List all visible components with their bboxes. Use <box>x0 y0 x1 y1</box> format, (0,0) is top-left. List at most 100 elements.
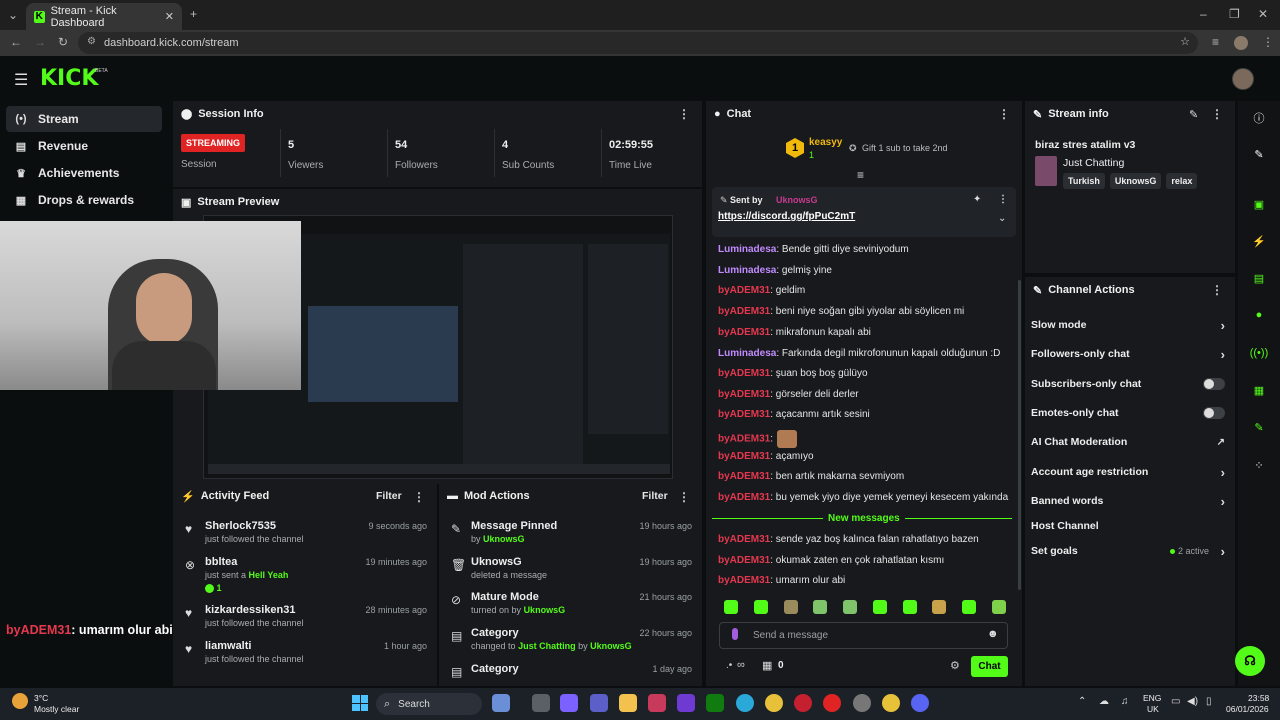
edit-icon[interactable]: ✎ <box>1248 143 1270 165</box>
stream-tag[interactable]: relax <box>1166 173 1198 189</box>
channel-action-ai-moderation[interactable]: AI Chat Moderation ↗ <box>1031 432 1229 452</box>
pinned-kebab-icon[interactable]: ⋮ <box>998 194 1008 205</box>
chat-username[interactable]: Luminadesa <box>718 265 776 276</box>
pinned-link[interactable]: https://discord.gg/fpPuC2mT <box>718 211 855 222</box>
gifter-name[interactable]: keasyy <box>809 137 842 148</box>
channel-action-followers-only[interactable]: Followers-only chat › <box>1031 344 1229 364</box>
sidebar-item-drops[interactable]: ▦ Drops & rewards <box>6 187 162 213</box>
forward-icon[interactable]: → <box>34 35 46 49</box>
screen-capture-icon[interactable]: ▣ <box>1248 193 1270 215</box>
emote-icon[interactable] <box>872 600 887 614</box>
chrome-active-icon[interactable] <box>882 694 900 712</box>
emoji-picker-icon[interactable]: ☻ <box>987 628 999 640</box>
activity-user[interactable]: liamwalti <box>205 640 251 652</box>
emote-icon[interactable] <box>753 600 768 614</box>
chat-send-button[interactable]: Chat <box>971 656 1008 677</box>
info-icon[interactable]: ⓘ <box>1248 107 1270 129</box>
pinned-user[interactable]: UknowsG <box>776 195 818 205</box>
stream-category[interactable]: Just Chatting <box>1063 157 1124 169</box>
gift-prompt[interactable]: Gift 1 sub to take 2nd <box>862 143 948 153</box>
mod-desc-link[interactable]: UknowsG <box>483 534 525 544</box>
file-explorer-icon[interactable] <box>619 694 637 712</box>
tray-overflow-icon[interactable]: ⌃ <box>1078 696 1086 707</box>
broadcast-icon[interactable]: ((•)) <box>1248 342 1270 364</box>
kicks-points-icon[interactable]: .• <box>726 660 732 671</box>
emote-icon[interactable] <box>932 600 947 614</box>
chat-username[interactable]: byADEM31 <box>718 451 770 462</box>
chat-scrollbar[interactable] <box>1018 280 1021 590</box>
chat-username[interactable]: Luminadesa <box>718 244 776 255</box>
stream-tag[interactable]: UknowsG <box>1109 173 1162 189</box>
sidebar-item-stream[interactable]: (•) Stream <box>6 106 162 132</box>
profile-avatar-icon[interactable] <box>1234 36 1248 50</box>
hamburger-menu-icon[interactable]: ☰ <box>14 70 28 90</box>
chat-username[interactable]: byADEM31 <box>718 555 770 566</box>
browser-menu-icon[interactable]: ⋮ <box>1262 35 1274 49</box>
microphone-icon[interactable] <box>732 628 738 640</box>
chat-username[interactable]: byADEM31 <box>718 471 770 482</box>
chevron-down-icon[interactable]: ⌄ <box>998 213 1006 224</box>
kebab-menu-icon[interactable]: ⋮ <box>678 107 690 121</box>
mod-desc-link[interactable]: Just Chatting <box>518 641 576 651</box>
chat-settings-gear-icon[interactable]: ⚙ <box>950 659 960 672</box>
weather-icon[interactable] <box>12 693 28 709</box>
chrome-icon[interactable] <box>765 694 783 712</box>
chat-icon[interactable]: ● <box>1248 304 1270 326</box>
microphone-tray-icon[interactable]: ♫ <box>1121 696 1129 707</box>
channel-action-host-channel[interactable]: Host Channel <box>1031 516 1229 536</box>
chat-username[interactable]: byADEM31 <box>718 389 770 400</box>
emote-icon[interactable] <box>724 600 738 614</box>
url-field[interactable]: ⚙ dashboard.kick.com/stream ☆ <box>78 32 1198 54</box>
emote-icon[interactable] <box>813 600 828 614</box>
xbox-icon[interactable] <box>706 694 724 712</box>
mod-filter-button[interactable]: Filter <box>642 490 668 502</box>
emote-icon[interactable] <box>902 600 917 614</box>
subscribers-only-toggle[interactable] <box>1203 378 1225 390</box>
user-avatar[interactable] <box>1232 68 1254 90</box>
kebab-menu-icon[interactable]: ⋮ <box>678 490 690 504</box>
kebab-menu-icon[interactable]: ⋮ <box>1211 283 1223 297</box>
activity-user[interactable]: bbltea <box>205 556 237 568</box>
maximize-icon[interactable]: ❐ <box>1229 7 1240 21</box>
chat-username[interactable]: byADEM31 <box>718 327 770 338</box>
sidebar-item-achievements[interactable]: ♛ Achievements <box>6 160 162 186</box>
chat-username[interactable]: byADEM31 <box>718 409 770 420</box>
activity-filter-button[interactable]: Filter <box>376 490 402 502</box>
bookmark-star-icon[interactable]: ☆ <box>1180 35 1190 48</box>
kebab-menu-icon[interactable]: ⋮ <box>998 107 1010 121</box>
apps-icon[interactable]: ⁘ <box>1248 454 1270 476</box>
chat-username[interactable]: byADEM31 <box>718 285 770 296</box>
site-info-icon[interactable]: ⚙ <box>87 36 96 47</box>
unpin-icon[interactable]: ✦ <box>973 194 981 205</box>
channel-action-set-goals[interactable]: Set goals 2 active › <box>1031 541 1229 561</box>
minimize-icon[interactable]: – <box>1200 7 1207 21</box>
tools-icon[interactable]: ✎ <box>1248 416 1270 438</box>
chat-username[interactable]: byADEM31 <box>718 368 770 379</box>
support-headset-button[interactable]: ☊ <box>1235 646 1265 676</box>
close-window-icon[interactable]: ✕ <box>1258 7 1268 21</box>
store-icon[interactable] <box>677 694 695 712</box>
mod-desc-link[interactable]: UknowsG <box>590 641 632 651</box>
kebab-menu-icon[interactable]: ⋮ <box>1211 107 1223 121</box>
collapse-leaderboard-icon[interactable]: ≡ <box>857 168 864 182</box>
chat-username[interactable]: byADEM31 <box>718 575 770 586</box>
opera-gx-icon[interactable] <box>794 694 812 712</box>
browser-tab[interactable]: K Stream - Kick Dashboard ✕ <box>26 3 182 30</box>
edit-pencil-icon[interactable]: ✎ <box>1189 108 1198 121</box>
mod-desc-link[interactable]: UknowsG <box>524 605 566 615</box>
activity-desc-link[interactable]: Hell Yeah <box>249 570 289 580</box>
emote-icon[interactable] <box>962 600 977 614</box>
channel-action-slow-mode[interactable]: Slow mode › <box>1031 315 1229 335</box>
widgets-app-icon[interactable] <box>492 694 510 712</box>
emotes-only-toggle[interactable] <box>1203 407 1225 419</box>
chat-username[interactable]: Luminadesa <box>718 348 776 359</box>
volume-icon[interactable]: ◀) <box>1187 696 1198 707</box>
activity-user[interactable]: kizkardessiken31 <box>205 604 296 616</box>
network-icon[interactable]: ▭ <box>1171 696 1180 707</box>
opera-icon[interactable] <box>823 694 841 712</box>
kick-logo[interactable]: KICK <box>40 66 98 91</box>
channel-action-banned-words[interactable]: Banned words › <box>1031 491 1229 511</box>
media-app-icon[interactable] <box>648 694 666 712</box>
onedrive-icon[interactable]: ☁ <box>1099 696 1109 707</box>
chat-username[interactable]: byADEM31 <box>718 492 770 503</box>
